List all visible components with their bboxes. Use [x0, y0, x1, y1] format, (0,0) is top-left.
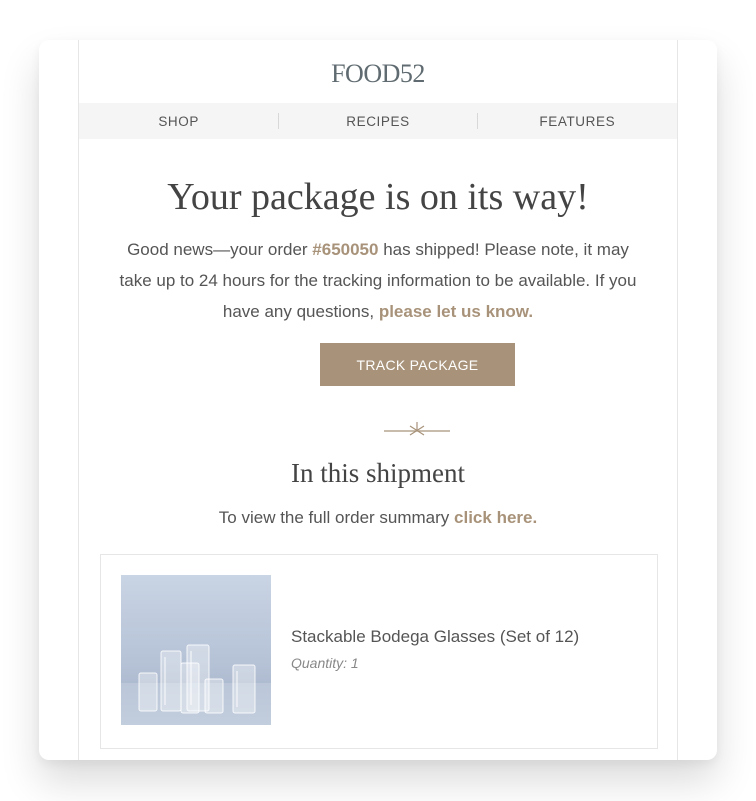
track-package-button[interactable]: TRACK PACKAGE [320, 343, 515, 386]
nav-bar: SHOP RECIPES FEATURES [79, 103, 677, 139]
order-summary-link[interactable]: click here. [454, 508, 537, 527]
order-number: #650050 [312, 240, 379, 259]
summary-text: To view the full order summary [218, 508, 455, 527]
shipping-message: Good news—your order #650050 has shipped… [118, 234, 638, 327]
sparkle-line-divider-icon [384, 422, 450, 436]
nav-item-recipes[interactable]: RECIPES [278, 103, 477, 139]
product-image[interactable] [121, 575, 271, 725]
nav-item-features[interactable]: FEATURES [478, 103, 677, 139]
intro-text: Good news—your order [127, 240, 313, 259]
brand-logo[interactable]: FOOD52 [79, 59, 677, 89]
contact-link[interactable]: please let us know. [379, 302, 533, 321]
nav-item-shop[interactable]: SHOP [79, 103, 278, 139]
order-summary-text: To view the full order summary click her… [79, 508, 677, 528]
email-body: FOOD52 SHOP RECIPES FEATURES Your packag… [78, 40, 678, 760]
page-title: Your package is on its way! [167, 176, 589, 218]
shipment-title: In this shipment [291, 458, 465, 488]
email-card: FOOD52 SHOP RECIPES FEATURES Your packag… [39, 40, 717, 760]
product-quantity: Quantity: 1 [291, 655, 359, 671]
nav-divider [278, 113, 279, 129]
shipment-item: Stackable Bodega Glasses (Set of 12) Qua… [100, 554, 658, 749]
nav-item-label: FEATURES [539, 113, 616, 129]
glasses-photo-icon [121, 644, 271, 725]
page: FOOD52 SHOP RECIPES FEATURES Your packag… [0, 0, 756, 801]
nav-item-label: RECIPES [346, 113, 410, 129]
nav-item-label: SHOP [158, 113, 199, 129]
product-name[interactable]: Stackable Bodega Glasses (Set of 12) [291, 627, 579, 647]
nav-divider [477, 113, 478, 129]
